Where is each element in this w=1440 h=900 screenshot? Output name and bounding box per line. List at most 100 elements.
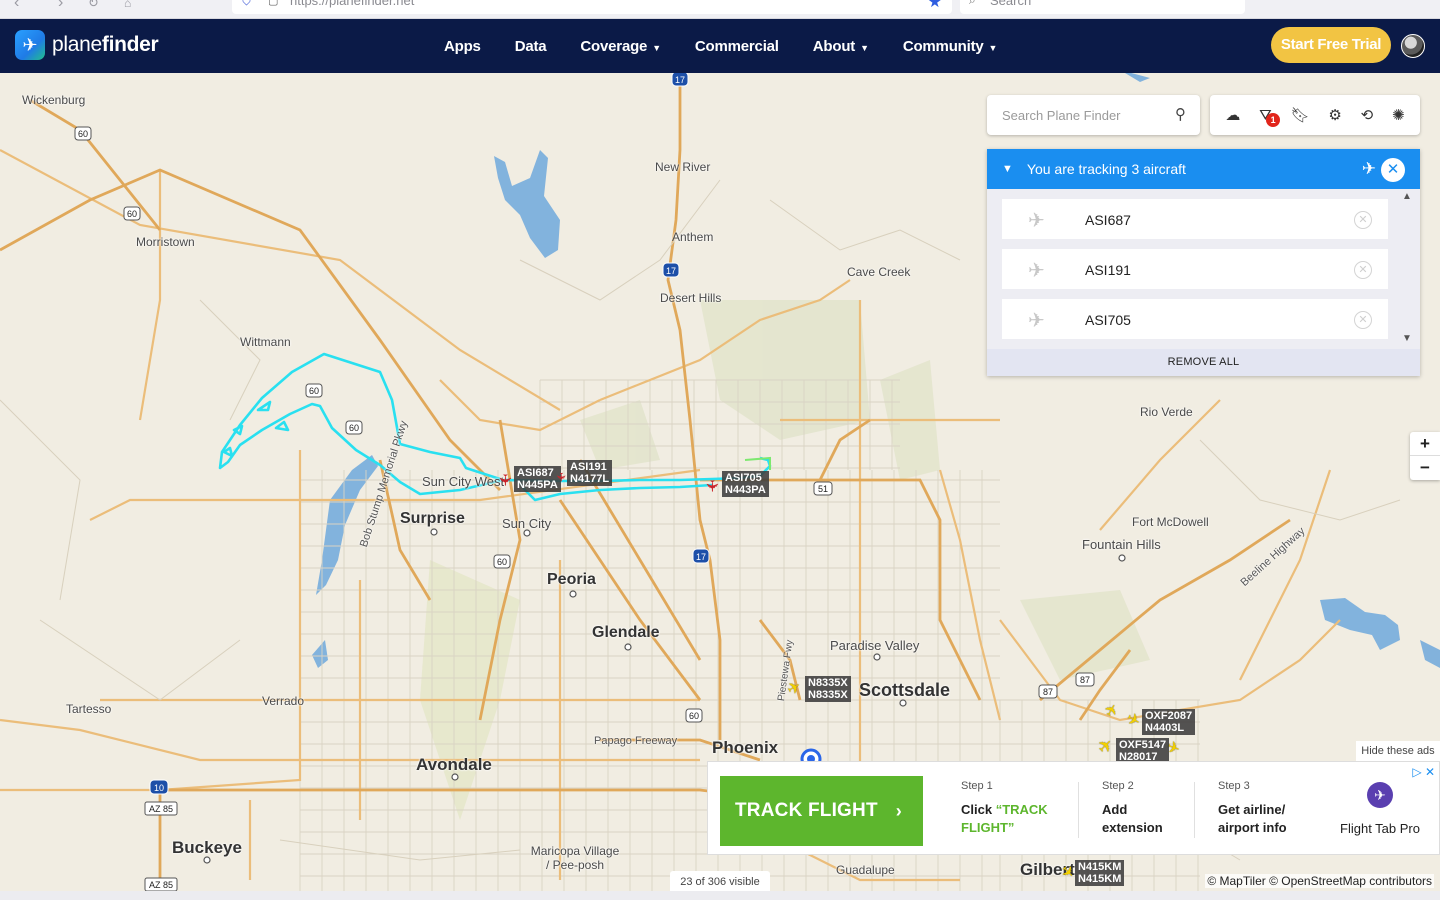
- ad-cta-label: TRACK FLIGHT: [735, 800, 878, 821]
- brand-name-bold: finder: [101, 33, 159, 56]
- filter-icon[interactable]: ⛛ 1: [1259, 107, 1281, 127]
- remove-icon[interactable]: ✕: [1354, 311, 1372, 329]
- callsign-text: OXF5147: [1119, 739, 1167, 751]
- track-flight-ad-button[interactable]: TRACK FLIGHT ›: [720, 776, 923, 846]
- history-icon[interactable]: ⟲: [1361, 106, 1374, 124]
- place-rio-verde: Rio Verde: [1140, 405, 1193, 419]
- place-verrado: Verrado: [262, 694, 305, 708]
- forward-icon[interactable]: ›: [58, 0, 63, 12]
- close-icon[interactable]: ✕: [1381, 158, 1405, 182]
- step-number: Step 3: [1218, 780, 1250, 792]
- registration-text: N445PA: [517, 479, 558, 491]
- bookmark-icon[interactable]: 🔖︎: [1291, 106, 1310, 124]
- place-sun-city: Sun City: [502, 516, 552, 531]
- tracked-aircraft-item[interactable]: ✈ ASI687 ✕: [1002, 199, 1388, 239]
- url-text: https://planefinder.net: [290, 0, 415, 8]
- zoom-out-button[interactable]: −: [1410, 456, 1440, 480]
- settings-icon[interactable]: ⚙: [1328, 106, 1341, 124]
- brand-name-light: plane: [52, 33, 102, 56]
- aircraft-label-n8335x[interactable]: N8335X N8335X: [805, 676, 851, 702]
- zoom-in-button[interactable]: +: [1410, 432, 1440, 456]
- aircraft-label-oxf2087[interactable]: OXF2087 N4403L: [1142, 709, 1196, 735]
- layers-icon[interactable]: ☁: [1225, 106, 1240, 124]
- radar-icon[interactable]: ✺: [1392, 106, 1405, 124]
- shield-icon: ⛉: [242, 0, 252, 8]
- plane-icon: ✈: [1028, 210, 1045, 232]
- place-fountain-hills: Fountain Hills: [1082, 537, 1161, 552]
- planefinder-logo[interactable]: ✈ planefinder: [15, 30, 159, 60]
- nav-data[interactable]: Data: [515, 38, 547, 55]
- ad-choices-icon[interactable]: ▷ ✕: [1412, 765, 1435, 779]
- chevron-up-icon[interactable]: ▲: [1402, 191, 1412, 202]
- i17-shield: 17: [662, 262, 680, 278]
- filter-count-badge: 1: [1266, 112, 1281, 127]
- search-icon: ⌕: [969, 0, 976, 7]
- aircraft-label-asi191[interactable]: ASI191 N4177L: [567, 460, 613, 486]
- tracked-aircraft-item[interactable]: ✈ ASI191 ✕: [1002, 249, 1388, 289]
- ad-step-3: Step 3 Get airline/ airport info: [1218, 780, 1313, 837]
- plane-logo-icon: ✈: [15, 30, 45, 60]
- remove-icon[interactable]: ✕: [1354, 261, 1372, 279]
- nav-community[interactable]: Community ▼: [902, 38, 998, 55]
- nav-commercial[interactable]: Commercial: [695, 38, 779, 55]
- shield-label: AZ 85: [149, 880, 173, 890]
- place-sun-city-west: Sun City West: [422, 474, 505, 489]
- chevron-down-icon[interactable]: ▼: [1402, 333, 1412, 344]
- nav-community-label: Community: [902, 38, 984, 55]
- i10-shield: 10: [149, 779, 169, 795]
- nav-apps[interactable]: Apps: [444, 38, 481, 55]
- remove-all-button[interactable]: REMOVE ALL: [987, 349, 1420, 376]
- place-scottsdale: Scottsdale: [859, 680, 951, 700]
- tracked-callsign: ASI705: [1085, 312, 1131, 328]
- bottom-strip: [0, 891, 1440, 900]
- nav-about[interactable]: About ▼: [813, 38, 869, 55]
- bookmark-star-icon[interactable]: ★: [928, 0, 942, 12]
- tracking-panel-header[interactable]: ▼ You are tracking 3 aircraft ✈ ✕: [987, 149, 1420, 189]
- nav-commercial-label: Commercial: [694, 38, 779, 55]
- user-avatar[interactable]: [1401, 34, 1425, 58]
- road-papago-freeway: Papago Freeway: [594, 735, 678, 747]
- home-icon[interactable]: ⌂: [124, 0, 131, 10]
- reload-icon[interactable]: ↻: [88, 0, 99, 11]
- search-icon[interactable]: ⚲: [1175, 105, 1186, 123]
- step-text: Add extension: [1102, 802, 1163, 835]
- chevron-down-icon[interactable]: ▼: [1002, 163, 1013, 175]
- step-text-plain: Click: [961, 802, 996, 817]
- hide-ads-link[interactable]: Hide these ads: [1356, 741, 1440, 761]
- place-fort-mcdowell: Fort McDowell: [1132, 515, 1209, 529]
- aircraft-label-asi705[interactable]: ASI705 N443PA: [722, 471, 769, 497]
- shield-label: 51: [818, 484, 828, 494]
- nav-coverage[interactable]: Coverage ▼: [580, 38, 661, 55]
- aircraft-label-n415km[interactable]: N415KM N415KM: [1075, 860, 1125, 886]
- ad-step-2: Step 2 Add extension: [1102, 780, 1182, 837]
- start-free-trial-button[interactable]: Start Free Trial: [1271, 27, 1391, 63]
- plane-icon[interactable]: ✈: [1362, 159, 1376, 179]
- aircraft-icon[interactable]: ✈: [496, 473, 513, 486]
- us60-shield: 60: [123, 206, 141, 221]
- place-new-river: New River: [655, 160, 711, 174]
- aircraft-icon[interactable]: ✈: [703, 479, 720, 492]
- shield-label: 10: [154, 783, 164, 793]
- ad-brand[interactable]: ✈ Flight Tab Pro: [1330, 782, 1430, 836]
- step-text: Get airline/ airport info: [1218, 802, 1287, 835]
- remove-icon[interactable]: ✕: [1354, 211, 1372, 229]
- nav-apps-label: Apps: [444, 38, 481, 55]
- us60-shield: 60: [685, 708, 703, 723]
- chevron-down-icon: ▼: [988, 42, 998, 53]
- plane-finder-search-input[interactable]: Search Plane Finder ⚲: [987, 95, 1200, 135]
- callsign-text: N8335X: [808, 677, 848, 689]
- callsign-text: OXF2087: [1145, 710, 1193, 722]
- place-peoria: Peoria: [547, 571, 596, 588]
- shield-label: 17: [675, 75, 685, 85]
- browser-search-input[interactable]: ⌕ Search: [960, 0, 1245, 14]
- tracking-scrollbar[interactable]: ▲ ▼: [1395, 189, 1420, 349]
- plane-icon: ✈: [1028, 260, 1045, 282]
- tracked-aircraft-item[interactable]: ✈ ASI705 ✕: [1002, 299, 1388, 339]
- url-bar[interactable]: ⛉ ▢ https://planefinder.net ★: [232, 0, 952, 14]
- map-attribution[interactable]: © MapTiler © OpenStreetMap contributors: [1205, 874, 1434, 888]
- i17-shield: 17: [671, 73, 689, 87]
- place-wickenburg: Wickenburg: [22, 93, 86, 107]
- step-number: Step 1: [961, 780, 993, 792]
- az85-shield: AZ 85: [144, 877, 178, 891]
- back-icon[interactable]: ‹: [14, 0, 19, 12]
